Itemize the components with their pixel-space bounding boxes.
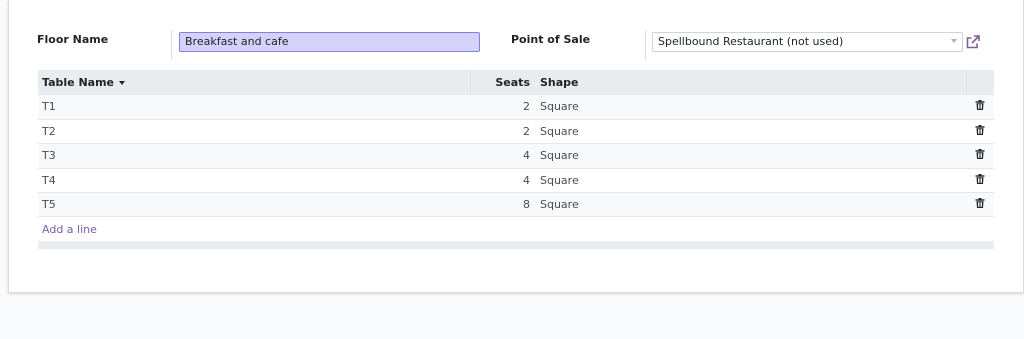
column-header-actions — [965, 70, 994, 95]
tables-list: Table Name Seats Shape T1 2 Square T2 2 — [38, 70, 994, 249]
column-header-label: Table Name — [42, 76, 114, 89]
table-row[interactable]: T5 8 Square — [38, 192, 994, 217]
divider — [171, 30, 172, 60]
point-of-sale-label: Point of Sale — [511, 33, 591, 46]
add-line-row: Add a line — [38, 217, 994, 241]
add-line-link[interactable]: Add a line — [42, 223, 97, 236]
table-row[interactable]: T1 2 Square — [38, 95, 994, 120]
cell-shape[interactable]: Square — [536, 144, 966, 168]
cell-shape[interactable]: Square — [536, 168, 966, 192]
trash-icon[interactable] — [975, 125, 985, 136]
trash-icon[interactable] — [975, 173, 985, 184]
cell-table-name[interactable]: T4 — [38, 168, 470, 192]
table-footer — [38, 240, 994, 249]
cell-seats[interactable]: 4 — [470, 144, 536, 168]
cell-shape[interactable]: Square — [536, 119, 966, 143]
column-header-table-name[interactable]: Table Name — [38, 70, 470, 95]
table-row[interactable]: T4 4 Square — [38, 168, 994, 193]
table-footer-bar — [38, 240, 994, 249]
caret-down-icon — [119, 81, 125, 85]
column-header-seats[interactable]: Seats — [469, 70, 536, 95]
table-row[interactable]: T2 2 Square — [38, 119, 994, 144]
cell-seats[interactable]: 4 — [470, 168, 536, 192]
column-header-shape[interactable]: Shape — [536, 70, 966, 95]
cell-table-name[interactable]: T5 — [38, 193, 470, 217]
external-link-icon[interactable] — [965, 34, 981, 50]
trash-icon[interactable] — [975, 149, 985, 160]
cell-table-name[interactable]: T2 — [38, 119, 470, 143]
trash-icon[interactable] — [975, 198, 985, 209]
cell-shape[interactable]: Square — [536, 193, 966, 217]
chevron-down-icon[interactable] — [951, 39, 957, 43]
trash-icon[interactable] — [975, 100, 985, 111]
cell-seats[interactable]: 2 — [470, 119, 536, 143]
form-sheet: Floor Name Breakfast and cafe Point of S… — [8, 0, 1024, 293]
floor-name-label: Floor Name — [37, 33, 109, 46]
point-of-sale-value: Spellbound Restaurant (not used) — [658, 35, 844, 48]
table-row[interactable]: T3 4 Square — [38, 143, 994, 169]
delete-row-button[interactable] — [966, 119, 994, 143]
table-header-row: Table Name Seats Shape — [38, 70, 994, 95]
point-of-sale-select[interactable]: Spellbound Restaurant (not used) — [652, 32, 963, 52]
cell-seats[interactable]: 2 — [470, 95, 536, 119]
cell-table-name[interactable]: T3 — [38, 144, 470, 168]
floor-name-input[interactable]: Breakfast and cafe — [179, 32, 480, 52]
cell-table-name[interactable]: T1 — [38, 95, 470, 119]
divider — [645, 30, 646, 60]
delete-row-button[interactable] — [966, 95, 994, 119]
cell-seats[interactable]: 8 — [470, 193, 536, 217]
delete-row-button[interactable] — [966, 193, 994, 217]
delete-row-button[interactable] — [966, 144, 994, 168]
cell-shape[interactable]: Square — [536, 95, 966, 119]
delete-row-button[interactable] — [966, 168, 994, 192]
